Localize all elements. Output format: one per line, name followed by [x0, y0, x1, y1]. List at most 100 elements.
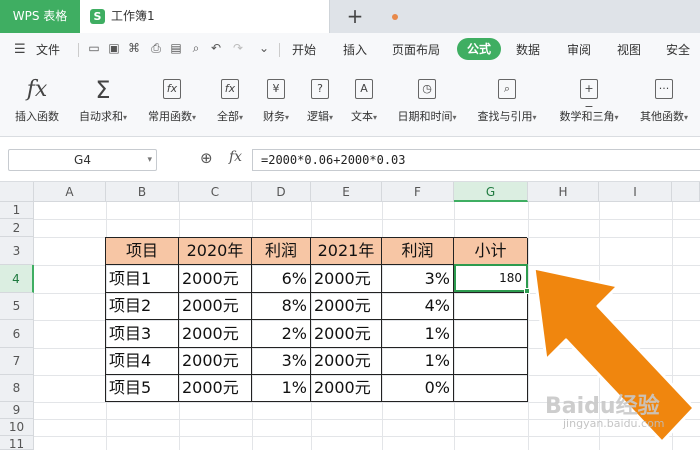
header-cell-project[interactable]: 项目: [106, 238, 179, 265]
document-tab[interactable]: S 工作簿1: [80, 0, 398, 33]
row-header-9[interactable]: 9: [0, 402, 34, 419]
redo-icon[interactable]: ↷: [230, 41, 246, 55]
column-header-b[interactable]: B: [106, 182, 179, 202]
column-header-g[interactable]: G: [454, 182, 528, 202]
header-cell-2020[interactable]: 2020年: [179, 238, 252, 265]
customize-dropdown-icon[interactable]: ⌄: [256, 41, 272, 55]
table-cell[interactable]: [454, 375, 528, 402]
zoom-search-icon[interactable]: ⊕: [200, 149, 213, 167]
formula-input[interactable]: =2000*0.06+2000*0.03: [252, 149, 700, 171]
table-cell[interactable]: 1%: [382, 320, 454, 348]
row-header-7[interactable]: 7: [0, 348, 34, 375]
tab-formulas[interactable]: 公式: [457, 38, 501, 60]
find-icon[interactable]: ⌕: [188, 41, 204, 56]
undo-icon[interactable]: ↶: [208, 41, 224, 55]
table-cell[interactable]: 项目3: [106, 320, 179, 348]
tab-review[interactable]: 审阅: [567, 41, 591, 58]
table-cell[interactable]: 2000元: [311, 320, 382, 348]
file-menu[interactable]: 文件: [36, 41, 60, 58]
spreadsheet-doc-icon: S: [90, 9, 105, 24]
table-cell[interactable]: 2000元: [179, 320, 252, 348]
print-icon[interactable]: ⎙: [148, 41, 164, 56]
print-preview-icon[interactable]: ▤: [168, 41, 184, 55]
table-cell[interactable]: 1%: [252, 375, 311, 402]
name-box[interactable]: G4 ▾: [8, 149, 157, 171]
hamburger-menu-icon[interactable]: ☰: [14, 42, 26, 57]
lookup-reference-functions-button[interactable]: ⌕ 查找与引用▾: [470, 73, 544, 129]
table-cell[interactable]: 4%: [382, 293, 454, 320]
table-cell[interactable]: 0%: [382, 375, 454, 402]
table-cell[interactable]: 1%: [382, 348, 454, 375]
table-cell[interactable]: 2000元: [179, 265, 252, 293]
tab-home[interactable]: 开始: [292, 41, 316, 58]
row-header-10[interactable]: 10: [0, 419, 34, 436]
financial-functions-button[interactable]: ¥ 财务▾: [254, 73, 298, 129]
watermark-logo: Baidu经验: [545, 394, 660, 419]
column-header-a[interactable]: A: [34, 182, 106, 202]
tab-insert[interactable]: 插入: [343, 41, 367, 58]
tab-data[interactable]: 数据: [516, 41, 540, 58]
row-header-4[interactable]: 4: [0, 265, 34, 293]
column-header-h[interactable]: H: [528, 182, 599, 202]
table-cell[interactable]: 2000元: [311, 348, 382, 375]
active-cell-g4[interactable]: 180: [454, 264, 530, 294]
more-functions-button[interactable]: ··· 其他函数▾: [632, 73, 696, 129]
tab-page-layout[interactable]: 页面布局: [392, 41, 440, 58]
table-cell[interactable]: 6%: [252, 265, 311, 293]
table-cell[interactable]: 2000元: [311, 265, 382, 293]
save-icon[interactable]: ▣: [106, 41, 122, 55]
text-functions-button[interactable]: A 文本▾: [344, 73, 384, 129]
open-folder-icon[interactable]: ▭: [86, 41, 102, 55]
table-cell[interactable]: 项目1: [106, 265, 179, 293]
table-cell[interactable]: 2000元: [179, 293, 252, 320]
select-all-corner[interactable]: [0, 182, 34, 202]
header-cell-subtotal[interactable]: 小计: [454, 238, 528, 265]
header-cell-2021[interactable]: 2021年: [311, 238, 382, 265]
column-header-e[interactable]: E: [311, 182, 382, 202]
row-header-6[interactable]: 6: [0, 320, 34, 348]
table-cell[interactable]: 项目2: [106, 293, 179, 320]
tab-view[interactable]: 视图: [617, 41, 641, 58]
table-cell[interactable]: 2000元: [179, 375, 252, 402]
table-cell[interactable]: 8%: [252, 293, 311, 320]
app-tab[interactable]: WPS 表格: [0, 0, 80, 33]
row-header-11[interactable]: 11: [0, 436, 34, 450]
new-tab-button[interactable]: +: [344, 3, 366, 29]
table-cell[interactable]: [454, 293, 528, 320]
fx-icon[interactable]: fx: [229, 149, 242, 165]
autosum-button[interactable]: Σ 自动求和▾: [72, 73, 134, 129]
table-cell[interactable]: 2000元: [179, 348, 252, 375]
math-trig-functions-button[interactable]: +− 数学和三角▾: [552, 73, 626, 129]
header-cell-profit-2020[interactable]: 利润: [252, 238, 311, 265]
column-header-d[interactable]: D: [252, 182, 311, 202]
row-header-8[interactable]: 8: [0, 375, 34, 402]
column-header-f[interactable]: F: [382, 182, 454, 202]
table-cell[interactable]: 3%: [252, 348, 311, 375]
table-cell[interactable]: 2%: [252, 320, 311, 348]
common-functions-button[interactable]: fx 常用函数▾: [140, 73, 204, 129]
row-header-3[interactable]: 3: [0, 237, 34, 265]
text-book-icon: A: [355, 79, 373, 99]
column-header-j[interactable]: [672, 182, 700, 202]
table-cell[interactable]: [454, 348, 528, 375]
logical-functions-button[interactable]: ? 逻辑▾: [300, 73, 340, 129]
date-time-functions-button[interactable]: ◷ 日期和时间▾: [390, 73, 464, 129]
table-cell[interactable]: 3%: [382, 265, 454, 293]
table-cell[interactable]: 2000元: [311, 293, 382, 320]
table-cell[interactable]: 项目5: [106, 375, 179, 402]
table-cell[interactable]: [454, 320, 528, 348]
tab-security[interactable]: 安全: [666, 41, 690, 58]
all-functions-button[interactable]: fx 全部▾: [208, 73, 252, 129]
table-cell[interactable]: 项目4: [106, 348, 179, 375]
row-header-5[interactable]: 5: [0, 293, 34, 320]
unsaved-dot-icon: [392, 14, 398, 20]
column-header-c[interactable]: C: [179, 182, 252, 202]
row-header-2[interactable]: 2: [0, 219, 34, 237]
format-painter-icon[interactable]: ⌘: [126, 41, 142, 55]
column-header-i[interactable]: I: [599, 182, 672, 202]
header-cell-profit-2021[interactable]: 利润: [382, 238, 454, 265]
table-cell[interactable]: 2000元: [311, 375, 382, 402]
chevron-down-icon[interactable]: ▾: [147, 150, 152, 170]
row-header-1[interactable]: 1: [0, 202, 34, 219]
insert-function-button[interactable]: fx 插入函数: [8, 73, 66, 129]
